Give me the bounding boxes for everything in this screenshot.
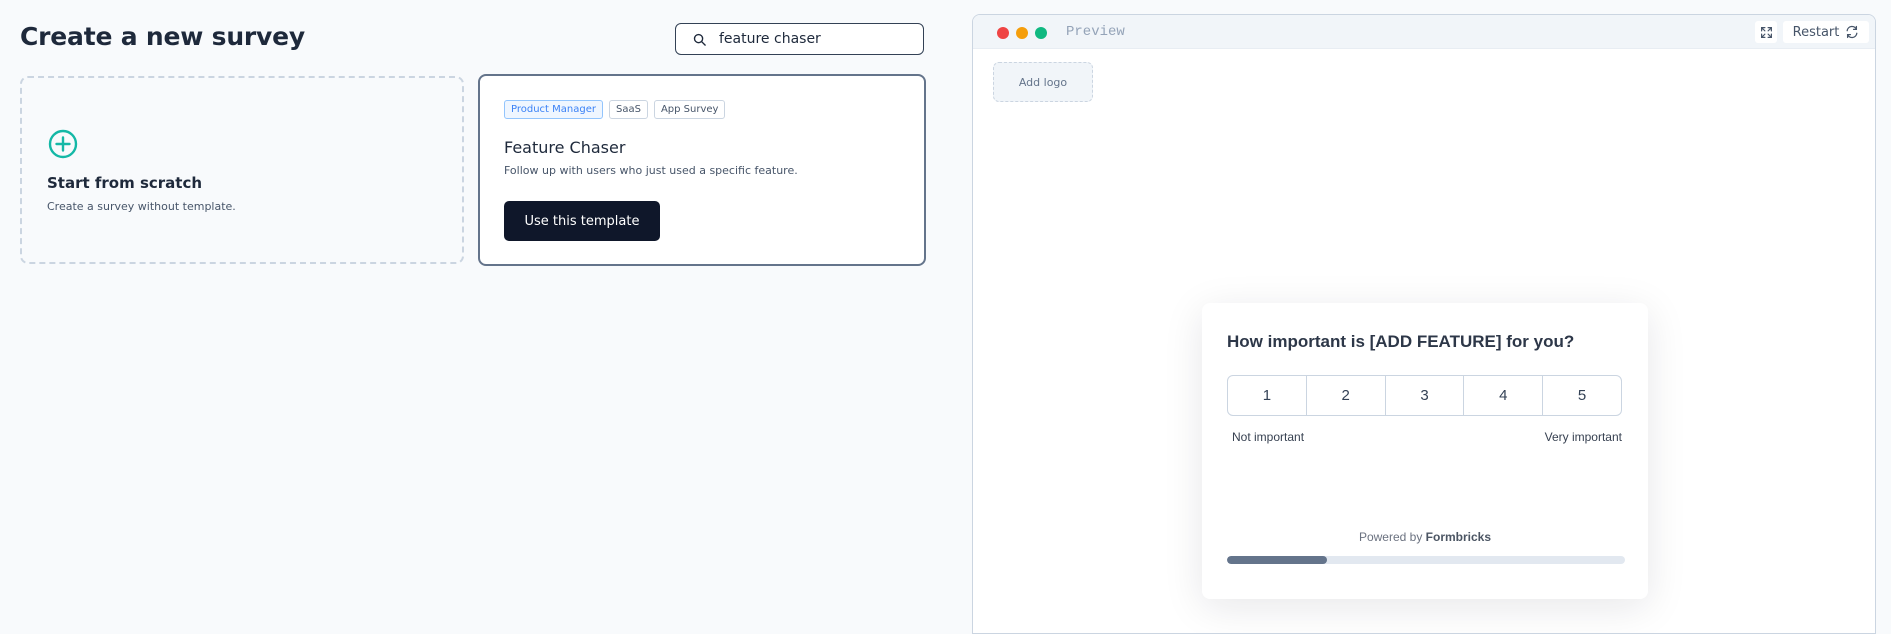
refresh-icon <box>1846 25 1858 39</box>
powered-by: Powered by Formbricks <box>1202 530 1648 544</box>
expand-preview-button[interactable] <box>1755 21 1777 43</box>
preview-label: Preview <box>1066 24 1125 40</box>
tag-saas: SaaS <box>608 100 648 119</box>
template-description: Follow up with users who just used a spe… <box>504 164 798 177</box>
window-dot-green <box>1035 27 1047 39</box>
template-gallery: Create a new survey Start from scratch C… <box>0 0 972 624</box>
restart-label: Restart <box>1792 24 1840 40</box>
preview-panel: Preview Restart Add logo How important i… <box>972 14 1876 634</box>
scratch-card-description: Create a survey without template. <box>47 200 236 213</box>
lower-label: Not important <box>1232 430 1305 444</box>
progress-bar-fill <box>1227 556 1327 564</box>
add-logo-button[interactable]: Add logo <box>993 62 1093 102</box>
template-tags: Product Manager SaaS App Survey <box>504 100 726 119</box>
rating-option-3[interactable]: 3 <box>1386 376 1465 415</box>
window-dot-red <box>997 27 1009 39</box>
rating-option-5[interactable]: 5 <box>1543 376 1621 415</box>
rating-scale: 1 2 3 4 5 <box>1227 375 1622 416</box>
tag-product-manager: Product Manager <box>504 100 603 119</box>
template-name: Feature Chaser <box>504 138 626 157</box>
upper-label: Very important <box>1544 430 1622 444</box>
search-input[interactable] <box>719 31 919 47</box>
search-icon <box>693 33 706 46</box>
start-from-scratch-card[interactable]: Start from scratch Create a survey witho… <box>20 76 464 264</box>
powered-by-brand: Formbricks <box>1425 530 1492 544</box>
expand-icon <box>1760 26 1772 38</box>
preview-header: Preview Restart <box>973 15 1875 49</box>
restart-button[interactable]: Restart <box>1783 21 1869 43</box>
rating-option-4[interactable]: 4 <box>1464 376 1544 415</box>
survey-question: How important is [ADD FEATURE] for you? <box>1227 332 1575 351</box>
template-card-feature-chaser[interactable]: Product Manager SaaS App Survey Feature … <box>478 74 926 266</box>
rating-option-2[interactable]: 2 <box>1307 376 1386 415</box>
window-dot-yellow <box>1016 27 1028 39</box>
use-template-button[interactable]: Use this template <box>504 201 660 241</box>
scratch-card-title: Start from scratch <box>47 174 203 192</box>
tag-app-survey: App Survey <box>653 100 726 119</box>
survey-preview-card: How important is [ADD FEATURE] for you? … <box>1202 303 1648 599</box>
rating-option-1[interactable]: 1 <box>1228 376 1307 415</box>
page-title: Create a new survey <box>20 22 305 51</box>
powered-by-prefix: Powered by <box>1358 530 1423 544</box>
plus-circle-icon <box>48 129 78 159</box>
template-search[interactable] <box>675 23 924 55</box>
progress-bar <box>1227 556 1625 564</box>
